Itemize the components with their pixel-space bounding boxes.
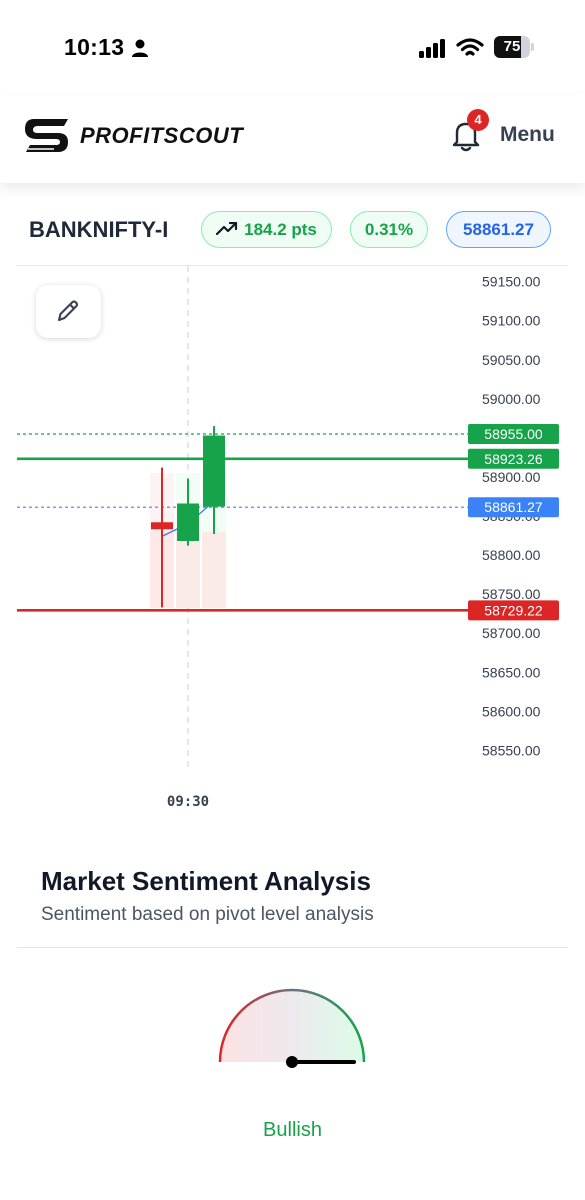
sentiment-gauge <box>218 988 366 1068</box>
y-axis-tick-label: 58650.00 <box>482 664 541 680</box>
y-axis-tick-label: 58600.00 <box>482 703 541 719</box>
y-axis-tick-label: 58550.00 <box>482 742 541 758</box>
battery-percent: 75 <box>503 38 521 55</box>
wifi-icon <box>456 38 484 56</box>
status-time: 10:13 <box>64 34 125 60</box>
candle-body <box>203 435 225 507</box>
sentiment-subtitle: Sentiment based on pivot level analysis <box>41 904 374 925</box>
y-axis-tick-label: 58750.00 <box>482 586 541 602</box>
sentiment-card: Market Sentiment Analysis Sentiment base… <box>0 840 585 1200</box>
pencil-icon <box>57 300 79 322</box>
battery-indicator: 75 <box>494 36 534 58</box>
person-icon <box>132 39 148 57</box>
candle-body <box>177 503 199 541</box>
y-axis-tick-label: 59150.00 <box>482 274 541 290</box>
app-header: PROFITSCOUT 4 Menu <box>0 95 585 183</box>
battery-body: 75 <box>494 36 530 58</box>
level-tag-label-price: 58861.27 <box>484 499 543 515</box>
profitscout-logo-icon[interactable] <box>24 117 72 155</box>
chart-canvas[interactable]: 59150.00 59100.00 59050.00 59000.00 58900.00… <box>0 266 585 826</box>
gauge-face <box>220 990 364 1062</box>
current-price-badge: 58861.27 <box>446 211 551 248</box>
change-points-badge: 184.2 pts <box>201 211 332 248</box>
level-tag-label-resistance: 58923.26 <box>484 451 543 467</box>
level-tag-label-support: 58729.22 <box>484 602 543 618</box>
gauge-needle-hub <box>286 1056 298 1068</box>
y-axis-tick-label: 59000.00 <box>482 391 541 407</box>
ticker-row: BANKNIFTY-I 184.2 pts 0.31% 58861.27 <box>0 200 585 260</box>
price-chart[interactable]: 59150.00 59100.00 59050.00 59000.00 58900.00… <box>0 266 585 826</box>
menu-button[interactable]: Menu <box>500 123 555 147</box>
y-axis-tick-label: 58800.00 <box>482 547 541 563</box>
y-axis-tick-label: 59050.00 <box>482 352 541 368</box>
divider <box>17 947 568 948</box>
cellular-signal-icon <box>419 39 445 58</box>
level-tag-label-high: 58955.00 <box>484 426 543 442</box>
candle-background-bar <box>202 531 226 609</box>
y-axis-tick-label: 59100.00 <box>482 313 541 329</box>
notification-badge[interactable]: 4 <box>467 109 489 131</box>
x-axis-tick-label: 09:30 <box>167 794 209 810</box>
ticker-symbol[interactable]: BANKNIFTY-I <box>29 217 168 243</box>
change-percent-badge: 0.31% <box>350 211 428 248</box>
brand-name[interactable]: PROFITSCOUT <box>80 123 243 149</box>
y-axis-tick-label: 58700.00 <box>482 625 541 641</box>
status-bar: 10:13 75 <box>0 0 585 95</box>
sentiment-title: Market Sentiment Analysis <box>41 866 371 896</box>
change-points-value: 184.2 pts <box>244 220 317 239</box>
candle-body <box>151 522 173 530</box>
edit-drawing-button[interactable] <box>36 285 101 338</box>
battery-cap <box>531 43 534 51</box>
y-axis-tick-label: 58900.00 <box>482 469 541 485</box>
sentiment-label: Bullish <box>263 1119 322 1141</box>
trending-up-icon <box>216 222 238 236</box>
